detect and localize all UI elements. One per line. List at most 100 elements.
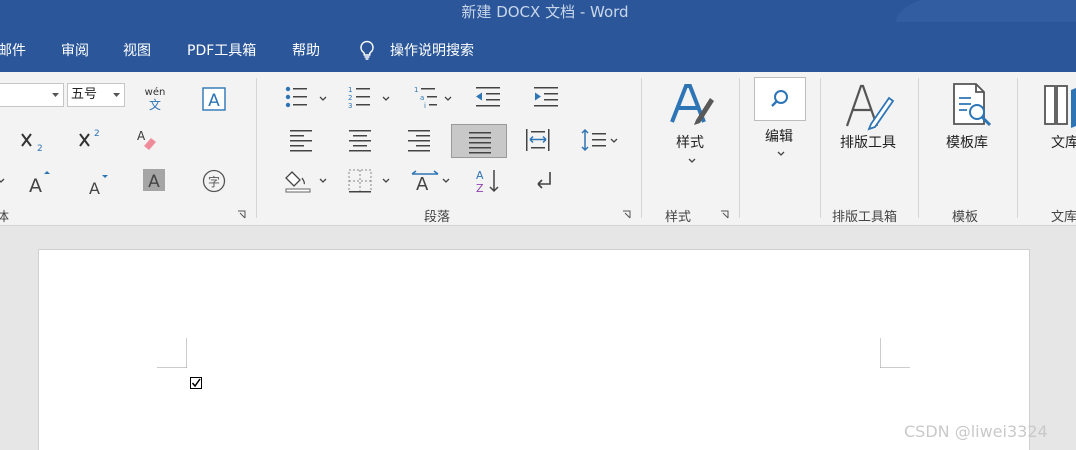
chevron-down-icon[interactable]: [444, 96, 452, 102]
lightbulb-icon: [360, 40, 374, 60]
group-separator: [739, 78, 740, 218]
decrease-indent-icon[interactable]: [474, 85, 502, 109]
editing-button-label[interactable]: 编辑: [765, 126, 793, 146]
increase-indent-icon[interactable]: [532, 85, 560, 109]
svg-text:Z: Z: [476, 182, 484, 195]
layout-tools-icon[interactable]: [843, 80, 897, 132]
chevron-down-icon[interactable]: [777, 151, 785, 157]
chevron-down-icon[interactable]: [382, 178, 390, 184]
enclosed-character-icon[interactable]: 字: [201, 168, 227, 194]
group-separator: [1017, 78, 1018, 218]
window-title: 新建 DOCX 文档 - Word: [461, 3, 629, 21]
chinese-layout-icon[interactable]: A: [410, 168, 440, 194]
template-library-icon[interactable]: [946, 80, 996, 132]
distributed-icon[interactable]: [524, 127, 552, 153]
chevron-down-icon[interactable]: [442, 178, 450, 184]
library-icon[interactable]: [1043, 80, 1076, 132]
styles-group-label: 样式: [665, 210, 692, 225]
svg-text:1: 1: [348, 86, 352, 94]
margin-corner-top-left: [157, 338, 187, 368]
multilevel-list-icon[interactable]: 1 a i: [412, 85, 446, 109]
svg-text:A: A: [89, 179, 100, 198]
font-size-value: 五号: [71, 87, 98, 102]
svg-text:A: A: [137, 129, 146, 143]
margin-corner-top-right: [880, 338, 910, 368]
justify-button[interactable]: [451, 124, 507, 158]
editing-button-frame[interactable]: [754, 77, 806, 121]
ribbon-tabs: 邮件 审阅 视图 PDF工具箱 帮助 操作说明搜索: [0, 22, 1076, 72]
svg-text:i: i: [424, 102, 426, 109]
svg-text:A: A: [29, 175, 42, 196]
svg-text:文: 文: [149, 97, 161, 112]
document-checkbox[interactable]: [190, 377, 202, 389]
align-center-icon[interactable]: [347, 128, 373, 152]
tab-help[interactable]: 帮助: [292, 42, 320, 60]
svg-text:wén: wén: [145, 86, 166, 98]
styles-dialog-launcher-icon[interactable]: [720, 210, 730, 220]
group-separator: [256, 78, 257, 218]
group-separator: [641, 78, 642, 218]
search-icon: [771, 90, 788, 107]
tab-review[interactable]: 审阅: [61, 42, 89, 60]
svg-text:a: a: [420, 94, 424, 102]
tab-mailings[interactable]: 邮件: [0, 42, 26, 60]
styles-button-label[interactable]: 样式: [676, 132, 704, 152]
svg-text:2: 2: [348, 94, 352, 102]
bullets-icon[interactable]: [284, 85, 318, 109]
checkmark-icon: [191, 378, 201, 388]
shading-icon[interactable]: [284, 168, 312, 194]
layout-tools-button-label[interactable]: 排版工具: [840, 132, 896, 152]
character-shading-icon[interactable]: A: [142, 168, 166, 192]
phonetic-guide-icon[interactable]: wén 文: [141, 84, 169, 112]
chevron-down-icon[interactable]: [382, 96, 390, 102]
chevron-down-icon[interactable]: [52, 93, 59, 98]
svg-text:3: 3: [348, 102, 352, 109]
sort-icon[interactable]: A Z: [474, 167, 502, 195]
align-justify-icon: [469, 132, 491, 154]
group-separator: [918, 78, 919, 218]
library-button-label[interactable]: 文库: [1051, 132, 1076, 152]
svg-text:A: A: [476, 169, 484, 182]
font-dialog-launcher-icon[interactable]: [237, 210, 247, 220]
paragraph-dialog-launcher-icon[interactable]: [622, 210, 632, 220]
svg-text:A: A: [148, 172, 160, 192]
grow-font-icon[interactable]: A: [25, 168, 53, 196]
align-right-icon[interactable]: [406, 128, 432, 152]
templates-group-label: 模板: [952, 210, 979, 225]
subscript-icon[interactable]: 2: [18, 128, 44, 154]
font-name-combo[interactable]: [0, 83, 64, 107]
numbering-icon[interactable]: 1 2 3: [347, 85, 381, 109]
character-border-icon[interactable]: A: [201, 86, 227, 112]
tab-pdf-toolbox[interactable]: PDF工具箱: [187, 42, 256, 60]
font-group-label: 体: [0, 210, 10, 225]
tell-me-search[interactable]: 操作说明搜索: [358, 40, 474, 60]
svg-text:1: 1: [414, 86, 418, 94]
clear-formatting-icon[interactable]: A: [134, 126, 160, 152]
chevron-down-icon[interactable]: [688, 158, 696, 164]
line-spacing-icon[interactable]: [580, 127, 610, 153]
svg-text:A: A: [208, 91, 220, 111]
chevron-down-icon[interactable]: [319, 178, 327, 184]
document-page[interactable]: [38, 249, 1030, 450]
layout-tools-group-label: 排版工具箱: [832, 210, 898, 225]
svg-text:A: A: [416, 174, 429, 194]
borders-icon[interactable]: [347, 168, 373, 194]
ribbon: 五号 wén 文 A 2 2 A A A A 字 体 1 2 3 1 a i A…: [0, 72, 1076, 226]
watermark: CSDN @liwei3324: [904, 422, 1048, 441]
template-library-button-label[interactable]: 模板库: [946, 132, 988, 152]
align-left-icon[interactable]: [288, 128, 314, 152]
title-bar: 新建 DOCX 文档 - Word: [0, 0, 1076, 60]
group-separator: [820, 78, 821, 218]
chevron-down-icon[interactable]: [319, 96, 327, 102]
chevron-down-icon[interactable]: [0, 178, 5, 184]
font-size-combo[interactable]: 五号: [67, 83, 125, 107]
chevron-down-icon[interactable]: [610, 138, 618, 144]
svg-text:2: 2: [94, 129, 100, 139]
shrink-font-icon[interactable]: A: [84, 170, 112, 198]
paragraph-mark-icon[interactable]: [532, 168, 556, 194]
styles-icon[interactable]: [666, 80, 718, 130]
superscript-icon[interactable]: 2: [76, 126, 102, 152]
tell-me-label: 操作说明搜索: [390, 43, 474, 59]
chevron-down-icon[interactable]: [113, 93, 120, 98]
tab-view[interactable]: 视图: [123, 42, 151, 60]
